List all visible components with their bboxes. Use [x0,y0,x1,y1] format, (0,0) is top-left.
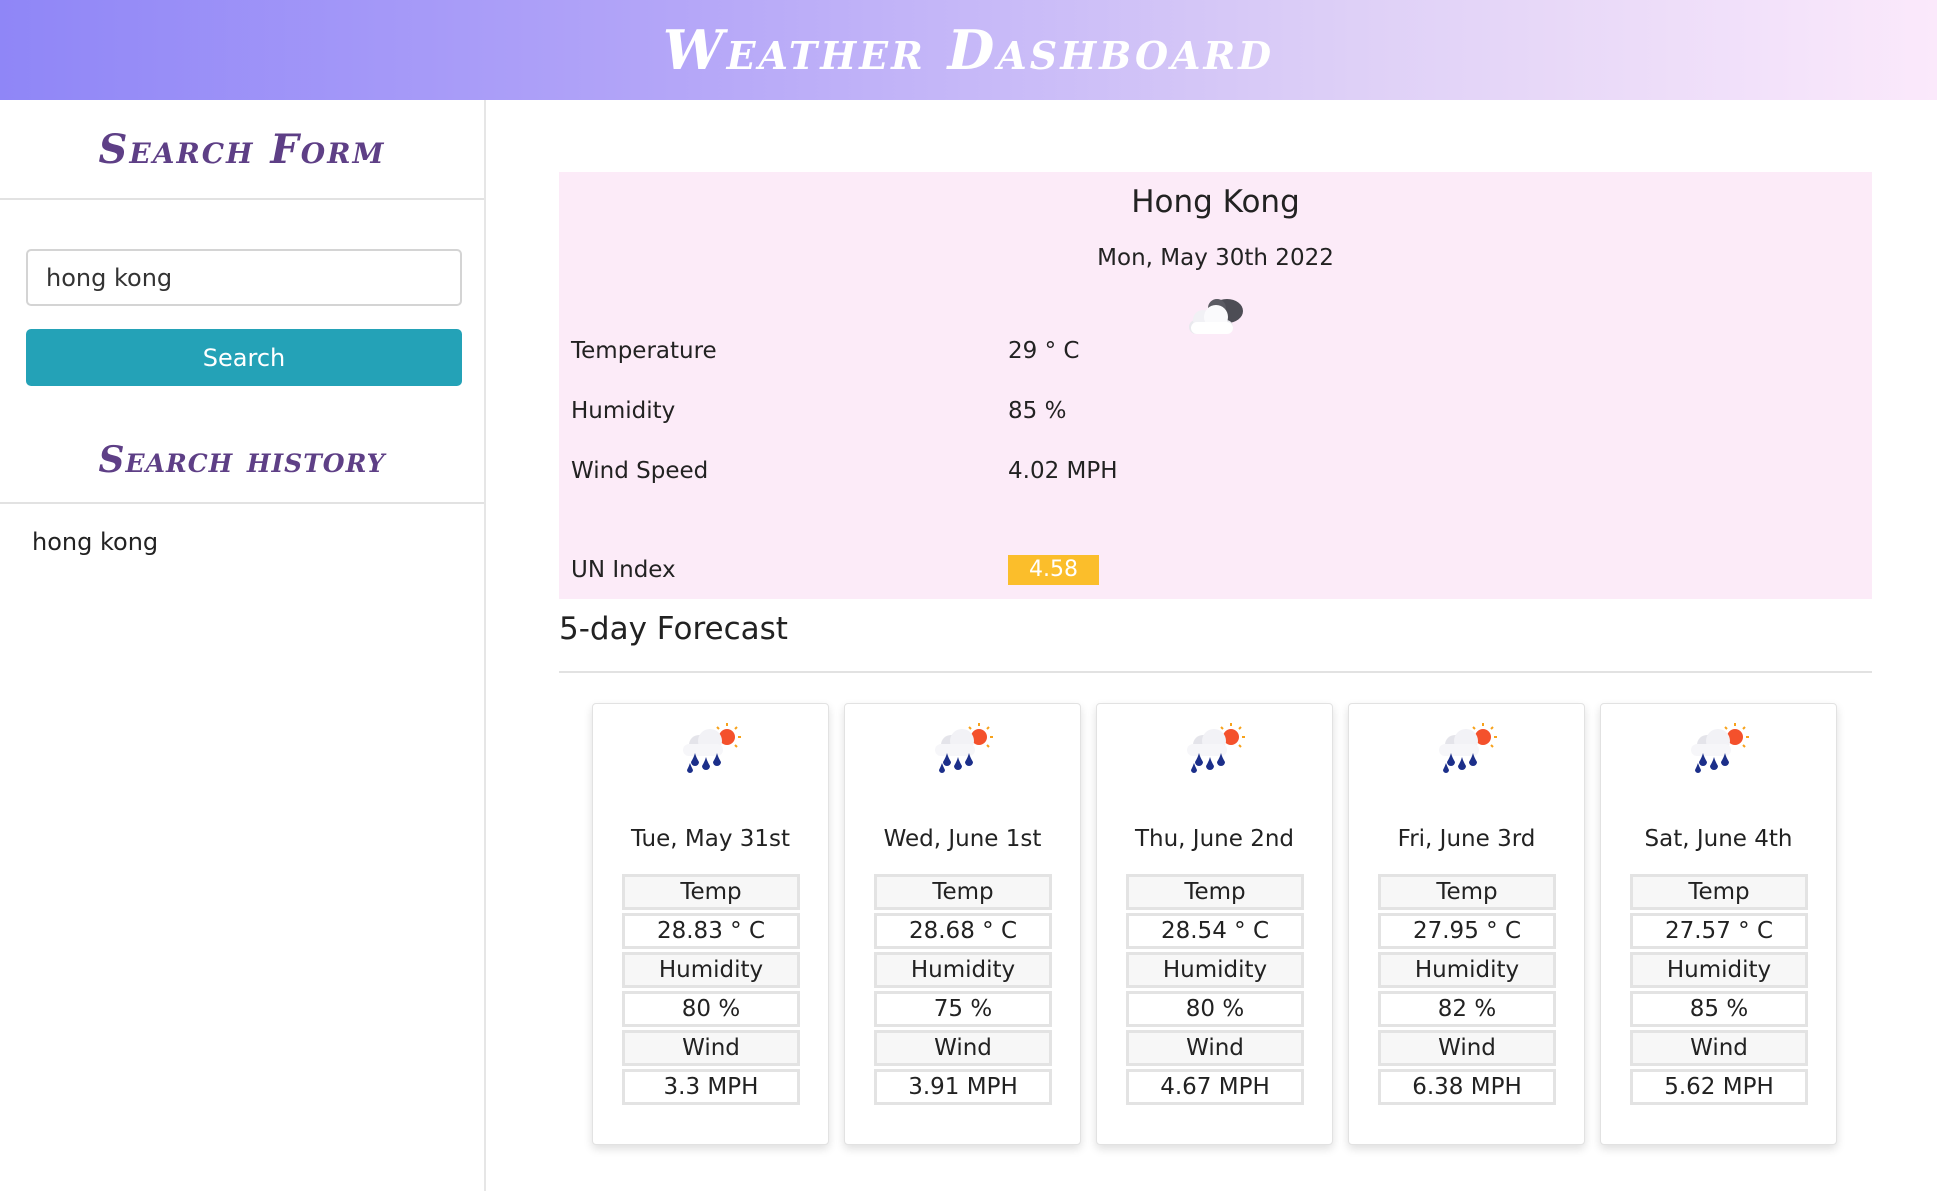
forecast-date: Sat, June 4th [1644,826,1793,852]
wind-value: 6.38 MPH [1378,1069,1556,1105]
forecast-card: Thu, June 2nd Temp 28.54 ° C Humidity 80… [1096,703,1333,1145]
humidity-label: Humidity [874,952,1052,988]
forecast-date: Fri, June 3rd [1397,826,1536,852]
humidity-value: 75 % [874,991,1052,1027]
forecast-table: Temp 27.57 ° C Humidity 85 % Wind 5.62 M… [1630,871,1808,1108]
forecast-cards: Tue, May 31st Temp 28.83 ° C Humidity 80… [592,703,1842,1145]
forecast-divider [559,671,1872,673]
search-input[interactable] [26,249,462,306]
humidity-label: Humidity [1378,952,1556,988]
search-history-heading-box: Search history [0,418,484,504]
humidity-label: Humidity [622,952,800,988]
wind-speed-value: 4.02 MPH [1008,458,1118,484]
temp-value: 28.54 ° C [1126,913,1304,949]
search-button[interactable]: Search [26,329,462,386]
temp-value: 28.83 ° C [622,913,800,949]
forecast-card: Sat, June 4th Temp 27.57 ° C Humidity 85… [1600,703,1837,1145]
temperature-value: 29 ° C [1008,338,1080,364]
temp-value: 28.68 ° C [874,913,1052,949]
temp-value: 27.95 ° C [1378,913,1556,949]
forecast-table: Temp 28.54 ° C Humidity 80 % Wind 4.67 M… [1126,871,1304,1108]
wind-value: 5.62 MPH [1630,1069,1808,1105]
temp-value: 27.57 ° C [1630,913,1808,949]
wind-label: Wind [1378,1030,1556,1066]
temp-label: Temp [1378,874,1556,910]
uv-index-badge: 4.58 [1008,555,1099,585]
wind-label: Wind [874,1030,1052,1066]
temp-label: Temp [874,874,1052,910]
search-form-heading-box: Search Form [0,100,484,200]
temperature-row: Temperature 29 ° C [571,338,1079,364]
wind-value: 3.3 MPH [622,1069,800,1105]
humidity-label: Humidity [1630,952,1808,988]
wind-label: Wind [1126,1030,1304,1066]
humidity-value: 85 % [1008,398,1067,424]
humidity-value: 80 % [1126,991,1304,1027]
wind-value: 3.91 MPH [874,1069,1052,1105]
forecast-date: Wed, June 1st [883,826,1042,852]
humidity-row: Humidity 85 % [571,398,1066,424]
current-city: Hong Kong [1131,184,1300,220]
rain-sun-icon [1187,723,1245,773]
forecast-date: Tue, May 31st [630,826,791,852]
rain-sun-icon [1691,723,1749,773]
cloudy-icon [1189,299,1243,334]
sidebar: Search Form Search Search history hong k… [0,100,486,1191]
current-weather-panel: Hong Kong Mon, May 30th 2022 Temperature… [559,172,1872,599]
humidity-label: Humidity [571,398,676,424]
search-form-title: Search Form [98,125,386,173]
forecast-card: Wed, June 1st Temp 28.68 ° C Humidity 75… [844,703,1081,1145]
history-item[interactable]: hong kong [32,528,158,556]
temp-label: Temp [1126,874,1304,910]
forecast-table: Temp 27.95 ° C Humidity 82 % Wind 6.38 M… [1378,871,1556,1108]
search-history-list: hong kong [32,528,158,556]
wind-value: 4.67 MPH [1126,1069,1304,1105]
temp-label: Temp [1630,874,1808,910]
humidity-value: 82 % [1378,991,1556,1027]
humidity-label: Humidity [1126,952,1304,988]
search-history-title: Search history [98,439,386,481]
humidity-value: 85 % [1630,991,1808,1027]
uv-index-label: UN Index [571,557,676,583]
wind-label: Wind [1630,1030,1808,1066]
wind-speed-row: Wind Speed 4.02 MPH [571,458,1118,484]
humidity-value: 80 % [622,991,800,1027]
forecast-date: Thu, June 2nd [1134,826,1295,852]
uv-index-row: UN Index [571,557,676,583]
page-title: Weather Dashboard [662,18,1275,82]
wind-label: Wind [622,1030,800,1066]
temperature-label: Temperature [571,338,717,364]
rain-sun-icon [683,723,741,773]
current-date: Mon, May 30th 2022 [1097,245,1334,271]
forecast-card: Tue, May 31st Temp 28.83 ° C Humidity 80… [592,703,829,1145]
forecast-table: Temp 28.83 ° C Humidity 80 % Wind 3.3 MP… [622,871,800,1108]
rain-sun-icon [935,723,993,773]
forecast-table: Temp 28.68 ° C Humidity 75 % Wind 3.91 M… [874,871,1052,1108]
forecast-card: Fri, June 3rd Temp 27.95 ° C Humidity 82… [1348,703,1585,1145]
rain-sun-icon [1439,723,1497,773]
forecast-title: 5-day Forecast [559,611,788,647]
page-header: Weather Dashboard [0,0,1937,100]
wind-speed-label: Wind Speed [571,458,709,484]
temp-label: Temp [622,874,800,910]
